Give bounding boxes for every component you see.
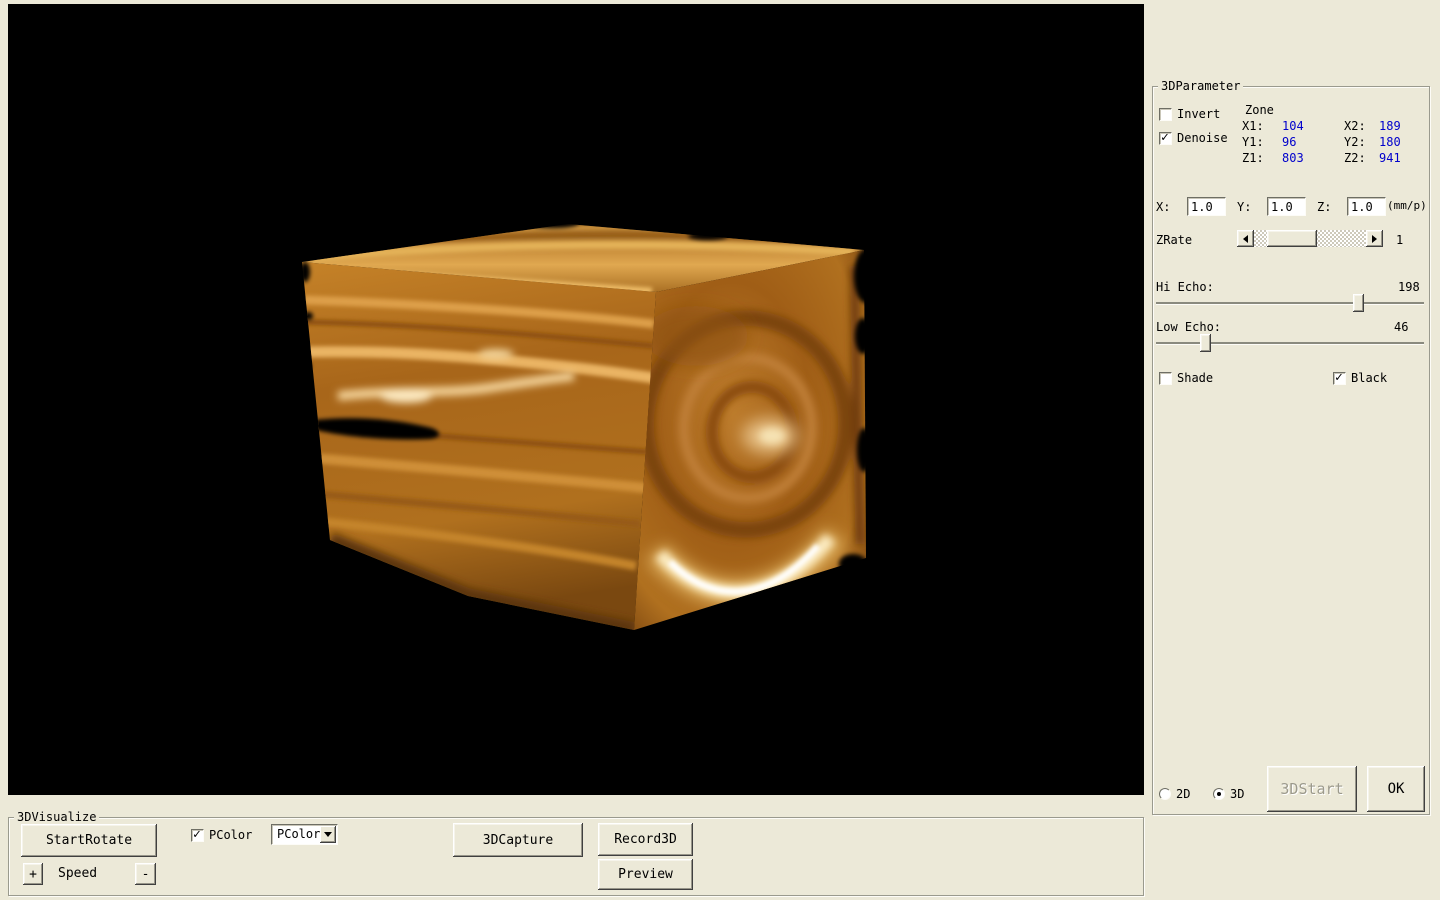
pcolor-checkbox-label: PColor [209, 828, 252, 842]
low-echo-value: 46 [1394, 320, 1408, 334]
scale-x-label: X: [1156, 200, 1170, 214]
denoise-checkbox[interactable]: Denoise [1159, 131, 1228, 145]
ultrasound-volume-render [8, 4, 1144, 795]
low-echo-slider-track[interactable] [1156, 342, 1424, 344]
low-echo-label: Low Echo: [1156, 320, 1221, 334]
mode-2d-radio-circle[interactable] [1159, 788, 1171, 800]
parameter-panel-title: 3DParameter [1158, 79, 1243, 93]
speed-plus-button[interactable]: + [23, 863, 43, 885]
3d-viewport[interactable] [8, 4, 1144, 795]
zone-z1-value: 803 [1282, 151, 1304, 165]
zrate-scrollbar-thumb[interactable] [1267, 230, 1317, 247]
black-checkbox[interactable]: Black [1333, 371, 1387, 385]
zrate-value: 1 [1396, 233, 1403, 247]
3dstart-button[interactable]: 3DStart [1267, 766, 1357, 812]
scale-y-input[interactable] [1267, 197, 1306, 216]
chevron-down-icon [324, 832, 332, 837]
zrate-scroll-right-button[interactable] [1366, 230, 1383, 247]
invert-checkbox-label: Invert [1177, 107, 1220, 121]
zone-x1-label: X1: [1242, 119, 1264, 133]
zrate-scroll-left-button[interactable] [1237, 230, 1254, 247]
scale-z-label: Z: [1317, 200, 1331, 214]
pcolor-checkbox[interactable]: PColor [191, 828, 252, 842]
hi-echo-slider-track[interactable] [1156, 302, 1424, 304]
zone-y2-label: Y2: [1344, 135, 1366, 149]
scale-unit-label: (mm/p) [1387, 199, 1427, 213]
black-checkbox-box[interactable] [1333, 372, 1346, 385]
arrow-left-icon [1243, 235, 1248, 243]
zone-y1-label: Y1: [1242, 135, 1264, 149]
pcolor-select-button[interactable] [320, 826, 336, 843]
hi-echo-label: Hi Echo: [1156, 280, 1214, 294]
zrate-scrollbar-track[interactable] [1254, 230, 1366, 247]
hi-echo-slider-thumb[interactable] [1353, 294, 1364, 312]
mode-3d-radio-label: 3D [1230, 787, 1244, 801]
zone-y1-value: 96 [1282, 135, 1296, 149]
denoise-checkbox-box[interactable] [1159, 132, 1172, 145]
mode-3d-radio-circle[interactable] [1213, 788, 1225, 800]
start-rotate-button[interactable]: StartRotate [21, 824, 157, 857]
record3d-button[interactable]: Record3D [598, 823, 693, 856]
parameter-panel: 3DParameter Invert Denoise Zone X1: 104 … [1152, 86, 1430, 815]
zone-x2-value: 189 [1379, 119, 1401, 133]
hi-echo-value: 198 [1398, 280, 1420, 294]
3dcapture-button[interactable]: 3DCapture [453, 823, 583, 857]
zone-y2-value: 180 [1379, 135, 1401, 149]
scale-x-input[interactable] [1187, 197, 1226, 216]
ok-button[interactable]: OK [1367, 766, 1425, 812]
preview-button[interactable]: Preview [598, 859, 693, 890]
invert-checkbox[interactable]: Invert [1159, 107, 1220, 121]
speed-minus-button[interactable]: - [135, 863, 156, 885]
zone-title: Zone [1245, 103, 1274, 117]
speed-label: Speed [58, 867, 97, 881]
pcolor-select[interactable]: PColor [271, 824, 338, 845]
zone-z2-value: 941 [1379, 151, 1401, 165]
arrow-right-icon [1372, 235, 1377, 243]
pcolor-select-value: PColor [277, 827, 320, 841]
zone-z2-label: Z2: [1344, 151, 1366, 165]
black-checkbox-label: Black [1351, 371, 1387, 385]
visualize-panel-title: 3DVisualize [14, 810, 99, 824]
shade-checkbox-label: Shade [1177, 371, 1213, 385]
zone-x2-label: X2: [1344, 119, 1366, 133]
scale-z-input[interactable] [1347, 197, 1386, 216]
zone-z1-label: Z1: [1242, 151, 1264, 165]
mode-2d-radio-label: 2D [1176, 787, 1190, 801]
shade-checkbox-box[interactable] [1159, 372, 1172, 385]
low-echo-slider-thumb[interactable] [1200, 334, 1211, 352]
shade-checkbox[interactable]: Shade [1159, 371, 1213, 385]
zrate-label: ZRate [1156, 233, 1192, 247]
zrate-scrollbar[interactable] [1237, 230, 1383, 247]
mode-2d-radio[interactable]: 2D [1159, 787, 1190, 801]
mode-3d-radio[interactable]: 3D [1213, 787, 1244, 801]
visualize-panel: 3DVisualize StartRotate PColor PColor 3D… [8, 817, 1144, 896]
pcolor-checkbox-box[interactable] [191, 829, 204, 842]
scale-y-label: Y: [1237, 200, 1251, 214]
zone-x1-value: 104 [1282, 119, 1304, 133]
invert-checkbox-box[interactable] [1159, 108, 1172, 121]
app-window: 3DParameter Invert Denoise Zone X1: 104 … [0, 0, 1440, 900]
denoise-checkbox-label: Denoise [1177, 131, 1228, 145]
